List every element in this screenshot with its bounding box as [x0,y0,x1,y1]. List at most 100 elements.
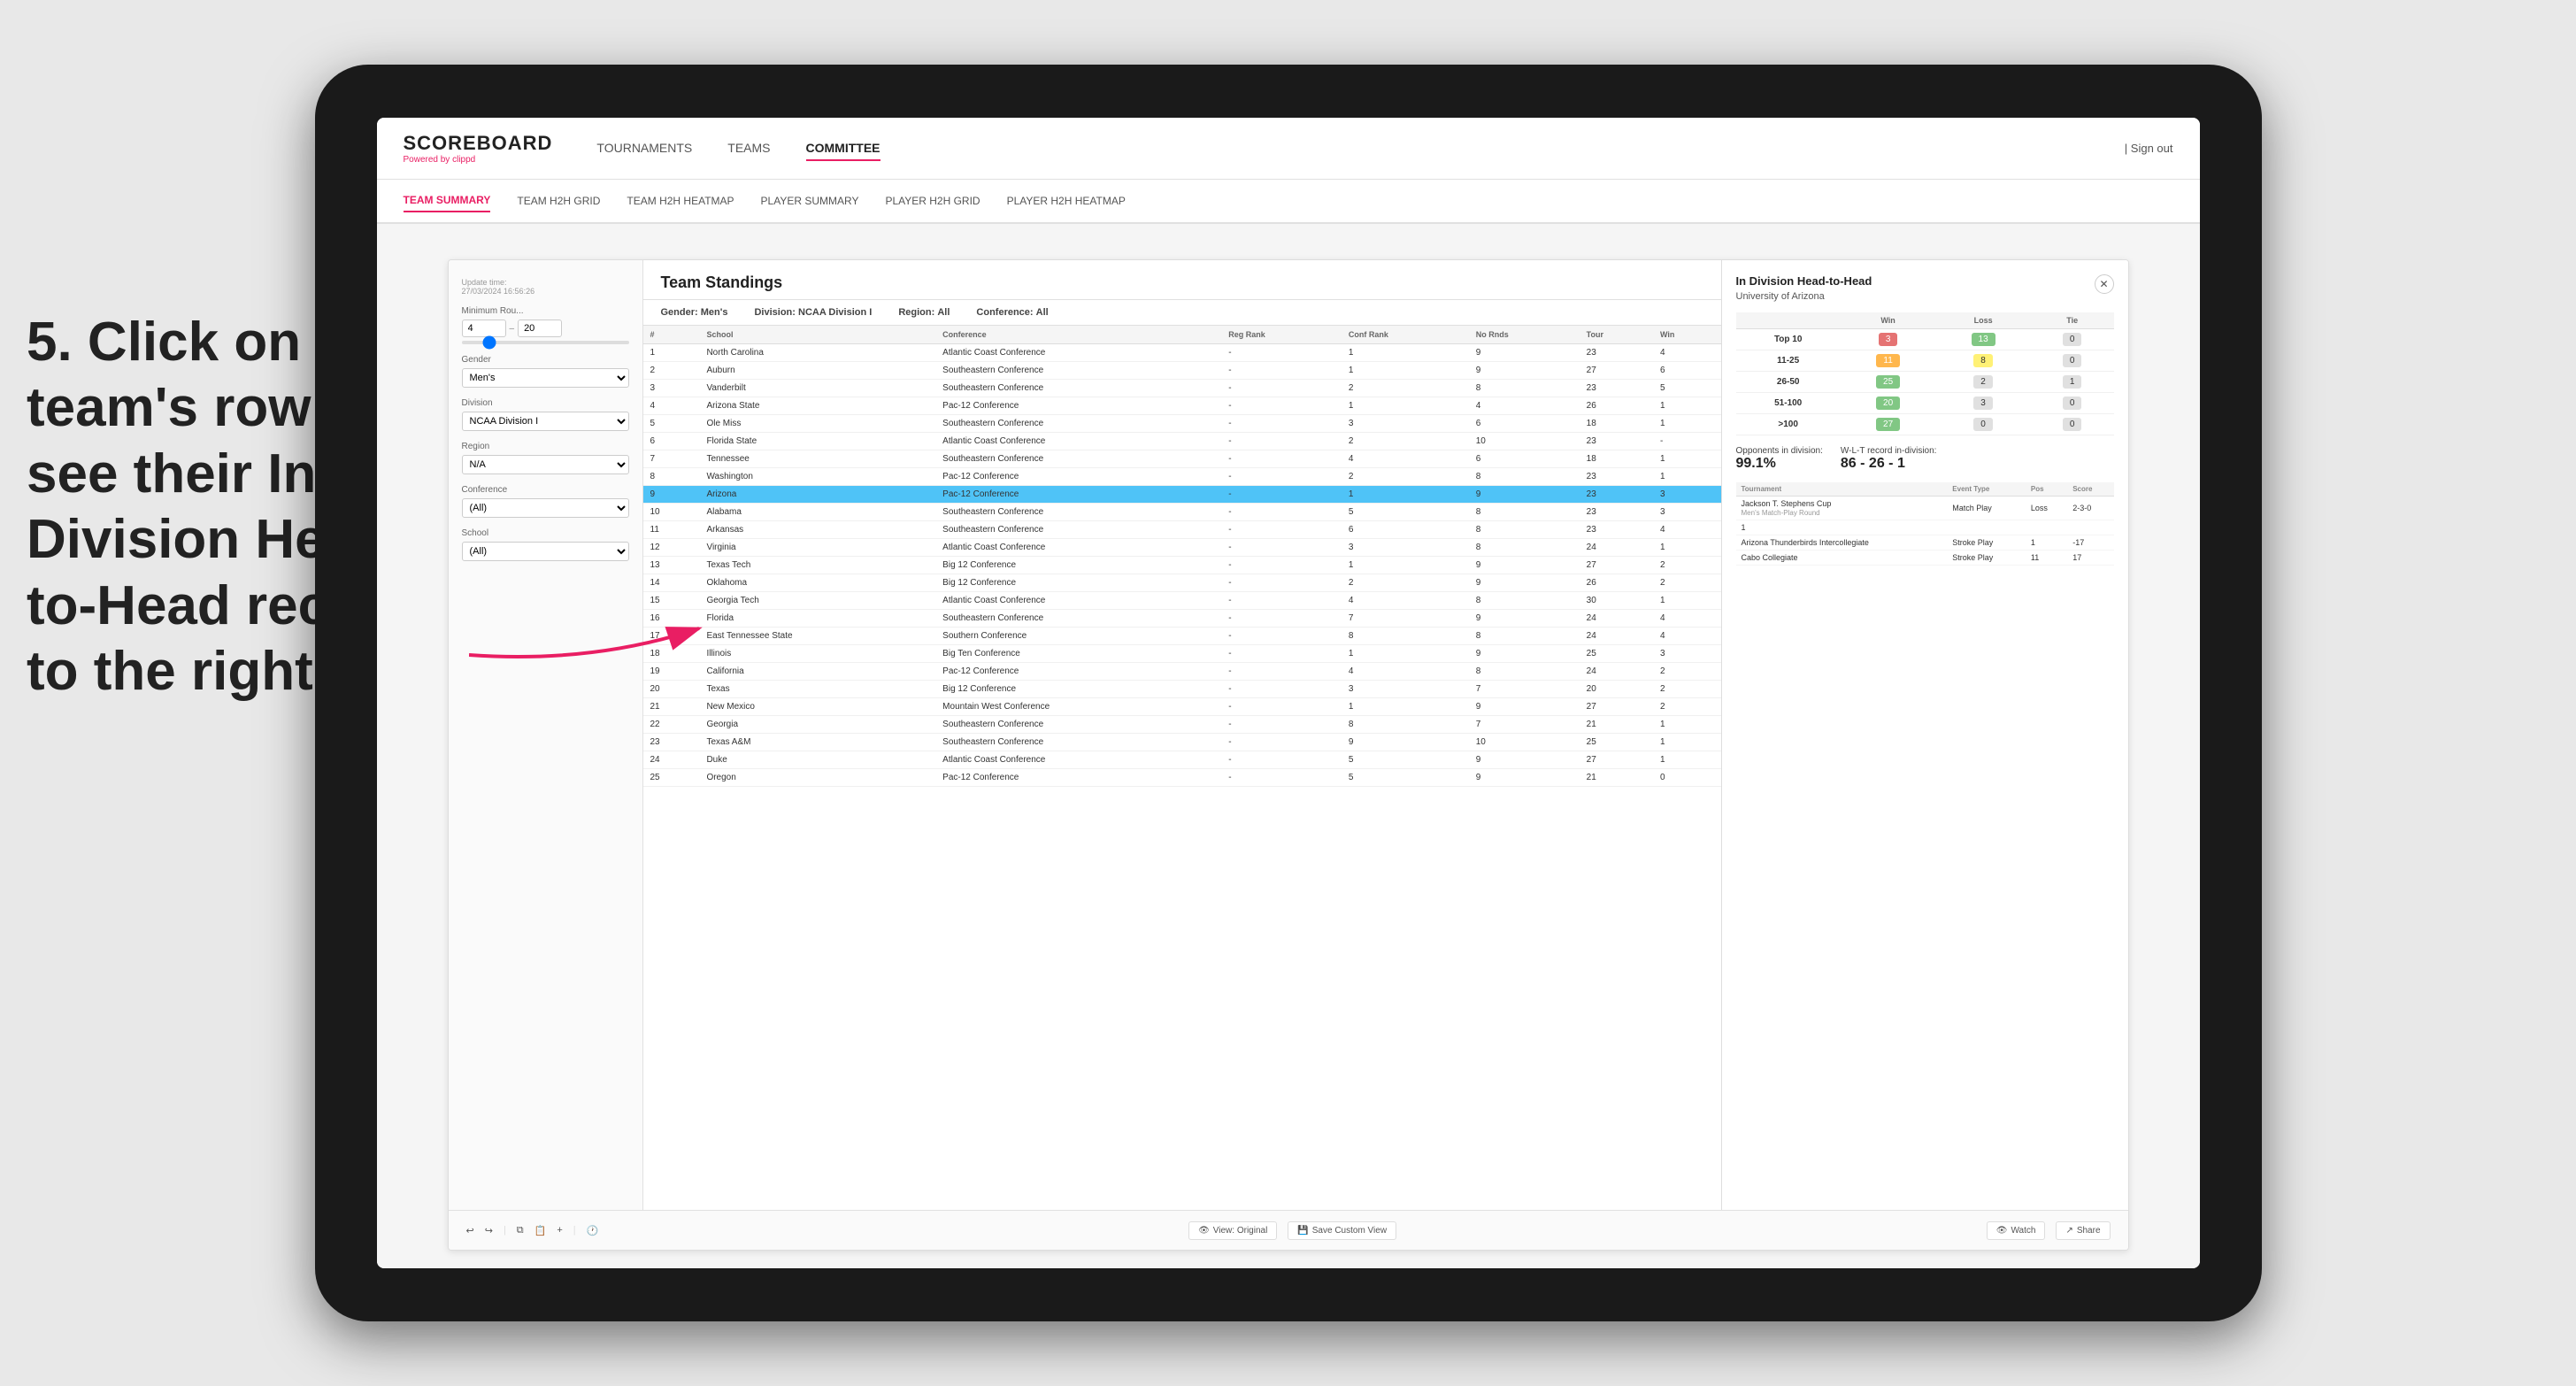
cell-conf: Southeastern Conference [935,380,1221,397]
h2h-tie: 1 [2031,372,2114,393]
table-row[interactable]: 16 Florida Southeastern Conference - 7 9… [643,610,1721,628]
h2h-col-tie: Tie [2031,312,2114,329]
subnav-team-h2h-grid[interactable]: TEAM H2H GRID [517,190,600,212]
region-select[interactable]: N/A All [462,455,629,474]
cell-reg-rank: - [1221,380,1342,397]
region-filter-label: Region [462,442,629,451]
cell-num: 5 [643,415,700,433]
col-tour: Tour [1580,326,1653,344]
table-row[interactable]: 24 Duke Atlantic Coast Conference - 5 9 … [643,751,1721,769]
cell-tour: 25 [1580,734,1653,751]
undo-icon[interactable]: ↩ [466,1225,474,1236]
table-row[interactable]: 9 Arizona Pac-12 Conference - 1 9 23 3 [643,486,1721,504]
cell-win: 4 [1653,628,1721,645]
cell-school: Duke [699,751,935,769]
h2h-close-button[interactable]: ✕ [2095,274,2114,294]
table-row[interactable]: 22 Georgia Southeastern Conference - 8 7… [643,716,1721,734]
division-select[interactable]: NCAA Division I NCAA Division II [462,412,629,431]
cell-reg-rank: - [1221,344,1342,362]
table-row[interactable]: 14 Oklahoma Big 12 Conference - 2 9 26 2 [643,574,1721,592]
cell-conf-rank: 4 [1342,663,1469,681]
min-rounds-slider[interactable] [462,341,629,344]
cell-tour: 21 [1580,716,1653,734]
subnav-team-summary[interactable]: TEAM SUMMARY [404,189,491,212]
subnav-player-h2h-heatmap[interactable]: PLAYER H2H HEATMAP [1007,190,1126,212]
cell-tour: 27 [1580,362,1653,380]
h2h-subtitle: University of Arizona [1736,291,1872,302]
col-reg-rank: Reg Rank [1221,326,1342,344]
standings-title: Team Standings [643,260,1721,300]
main-nav: TOURNAMENTS TEAMS COMMITTEE [596,136,2124,161]
cell-win: 2 [1653,681,1721,698]
cell-reg-rank: - [1221,433,1342,450]
cell-conf: Atlantic Coast Conference [935,592,1221,610]
table-row[interactable]: 2 Auburn Southeastern Conference - 1 9 2… [643,362,1721,380]
table-row[interactable]: 4 Arizona State Pac-12 Conference - 1 4 … [643,397,1721,415]
cell-conf: Southeastern Conference [935,610,1221,628]
table-row[interactable]: 6 Florida State Atlantic Coast Conferenc… [643,433,1721,450]
col-no-rnds: No Rnds [1469,326,1580,344]
h2h-row: 26-50 25 2 1 [1736,372,2114,393]
cell-no-rnds: 10 [1469,433,1580,450]
table-row[interactable]: 13 Texas Tech Big 12 Conference - 1 9 27… [643,557,1721,574]
school-select[interactable]: (All) [462,542,629,561]
table-row[interactable]: 20 Texas Big 12 Conference - 3 7 20 2 [643,681,1721,698]
table-row[interactable]: 10 Alabama Southeastern Conference - 5 8… [643,504,1721,521]
subnav-team-h2h-heatmap[interactable]: TEAM H2H HEATMAP [627,190,734,212]
cell-school: Texas [699,681,935,698]
cell-no-rnds: 9 [1469,574,1580,592]
table-row[interactable]: 12 Virginia Atlantic Coast Conference - … [643,539,1721,557]
cell-tour: 26 [1580,574,1653,592]
cell-school: California [699,663,935,681]
h2h-tournaments: Tournament Event Type Pos Score Jackson … [1736,482,2114,566]
table-row[interactable]: 7 Tennessee Southeastern Conference - 4 … [643,450,1721,468]
sign-out-button[interactable]: | Sign out [2125,142,2173,155]
table-row[interactable]: 11 Arkansas Southeastern Conference - 6 … [643,521,1721,539]
cell-win: 2 [1653,698,1721,716]
redo-icon[interactable]: ↪ [485,1225,493,1236]
paste-icon[interactable]: 📋 [534,1225,547,1236]
copy-icon[interactable]: ⧉ [517,1225,524,1236]
table-row[interactable]: 21 New Mexico Mountain West Conference -… [643,698,1721,716]
table-row[interactable]: 19 California Pac-12 Conference - 4 8 24… [643,663,1721,681]
data-table-wrapper[interactable]: # School Conference Reg Rank Conf Rank N… [643,326,1721,1210]
gender-select[interactable]: Men's Women's [462,368,629,388]
table-row[interactable]: 17 East Tennessee State Southern Confere… [643,628,1721,645]
h2h-range: >100 [1736,414,1841,435]
add-icon[interactable]: + [557,1225,562,1236]
table-row[interactable]: 5 Ole Miss Southeastern Conference - 3 6… [643,415,1721,433]
conference-select[interactable]: (All) [462,498,629,518]
table-row[interactable]: 3 Vanderbilt Southeastern Conference - 2… [643,380,1721,397]
cell-num: 11 [643,521,700,539]
table-row[interactable]: 15 Georgia Tech Atlantic Coast Conferenc… [643,592,1721,610]
subnav-player-summary[interactable]: PLAYER SUMMARY [761,190,859,212]
subnav-player-h2h-grid[interactable]: PLAYER H2H GRID [885,190,980,212]
cell-reg-rank: - [1221,557,1342,574]
clock-icon[interactable]: 🕐 [587,1225,599,1236]
cell-conf: Pac-12 Conference [935,663,1221,681]
min-rounds-max-input[interactable] [518,320,562,337]
cell-conf: Southeastern Conference [935,415,1221,433]
nav-teams[interactable]: TEAMS [727,136,770,161]
nav-committee[interactable]: COMMITTEE [806,136,880,161]
h2h-row: >100 27 0 0 [1736,414,2114,435]
view-original-button[interactable]: 👁 View: Original [1188,1221,1277,1240]
cell-no-rnds: 8 [1469,592,1580,610]
table-row[interactable]: 8 Washington Pac-12 Conference - 2 8 23 … [643,468,1721,486]
table-row[interactable]: 23 Texas A&M Southeastern Conference - 9… [643,734,1721,751]
tournament-row: Arizona Thunderbirds Intercollegiate Str… [1736,535,2114,551]
cell-tour: 27 [1580,751,1653,769]
cell-reg-rank: - [1221,486,1342,504]
cell-win: 2 [1653,663,1721,681]
table-row[interactable]: 18 Illinois Big Ten Conference - 1 9 25 … [643,645,1721,663]
min-rounds-input[interactable] [462,320,506,337]
cell-tour: 24 [1580,610,1653,628]
save-custom-view-button[interactable]: 💾 Save Custom View [1288,1221,1396,1240]
logo-text: SCOREBOARD [404,132,553,155]
cell-num: 7 [643,450,700,468]
table-row[interactable]: 1 North Carolina Atlantic Coast Conferen… [643,344,1721,362]
table-row[interactable]: 25 Oregon Pac-12 Conference - 5 9 21 0 [643,769,1721,787]
watch-button[interactable]: 👁 Watch [1987,1221,2046,1240]
nav-tournaments[interactable]: TOURNAMENTS [596,136,692,161]
share-button[interactable]: ↗ Share [2056,1221,2110,1240]
